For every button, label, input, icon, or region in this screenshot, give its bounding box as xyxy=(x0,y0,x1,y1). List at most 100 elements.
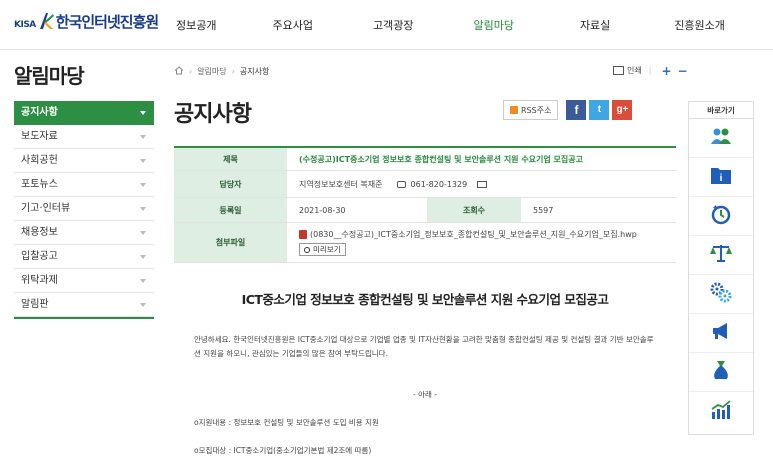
post-date: 2021-08-30 xyxy=(299,205,346,215)
section-title: 알림마당 xyxy=(14,64,85,88)
logo-prefix: KISA xyxy=(14,20,36,30)
attachment-filename: (0830__수정공고)_ICT중소기업_정보보호_종합컨설팅_및_보안솔루션_… xyxy=(310,230,637,239)
people-icon xyxy=(709,126,733,150)
nav-item-customer[interactable]: 고객광장 xyxy=(373,17,413,33)
bar-chart-icon xyxy=(710,399,732,424)
home-icon[interactable] xyxy=(174,66,184,77)
row-label: 조회수 xyxy=(427,198,521,222)
quick-links-title: 바로가기 xyxy=(689,102,753,119)
logo-mark-icon xyxy=(38,11,54,31)
post-file-row: 첨부파일 (0830__수정공고)_ICT중소기업_정보보호_종합컨설팅_및_보… xyxy=(174,223,676,263)
post-title-row: 제목 (수정공고)ICT중소기업 정보보호 종합컨설팅 및 보안솔루션 지원 수… xyxy=(174,148,676,171)
site-logo[interactable]: KISA 한국인터넷진흥원 xyxy=(14,8,159,34)
chevron-down-icon xyxy=(140,111,146,115)
quick-link-announce[interactable] xyxy=(689,314,753,353)
post-title: (수정공고)ICT중소기업 정보보호 종합컨설팅 및 보안솔루션 지원 수요기업… xyxy=(299,154,583,164)
printer-icon[interactable] xyxy=(613,66,624,75)
nav-item-info[interactable]: 정보공개 xyxy=(176,17,216,33)
quick-link-law[interactable] xyxy=(689,236,753,275)
row-label: 첨부파일 xyxy=(174,223,287,262)
quick-link-history[interactable] xyxy=(689,197,753,236)
post-views: 5597 xyxy=(533,205,554,215)
nav-item-notice[interactable]: 알림마당 xyxy=(473,17,513,33)
contact-cell: 지역정보보호센터 복재준 061-820-1329 xyxy=(287,171,676,197)
google-plus-share-button[interactable]: g+ xyxy=(612,100,633,120)
main-nav: 정보공개 주요사업 고객광장 알림마당 자료실 진흥원소개 xyxy=(176,17,725,33)
attachment-link[interactable]: (0830__수정공고)_ICT중소기업_정보보호_종합컨설팅_및_보안솔루션_… xyxy=(299,229,637,240)
content-item: o지원내용 : 정보보호 컨설팅 및 보안솔루션 도입 비용 지원 xyxy=(194,418,379,427)
sidebar-item-label: 보도자료 xyxy=(21,131,58,142)
content-divider: - 아래 - xyxy=(413,390,437,399)
nav-item-library[interactable]: 자료실 xyxy=(580,17,610,33)
nav-item-about[interactable]: 진흥원소개 xyxy=(674,17,725,33)
sidebar-item-label: 공지사항 xyxy=(21,107,58,118)
breadcrumb-separator: › xyxy=(189,67,193,76)
folder-info-icon: i xyxy=(710,165,732,189)
megaphone-icon xyxy=(710,321,732,345)
nav-item-business[interactable]: 주요사업 xyxy=(272,17,312,33)
sidebar-item-contract[interactable]: 위탁과제 xyxy=(14,269,154,293)
sidebar-item-label: 알림판 xyxy=(21,299,49,310)
sidebar-item-recruit[interactable]: 채용정보 xyxy=(14,221,154,245)
contact-phone: 061-820-1329 xyxy=(410,179,468,189)
sidebar-item-board[interactable]: 알림판 xyxy=(14,293,154,317)
sidebar-item-label: 기고·인터뷰 xyxy=(21,203,71,214)
quick-link-fund[interactable] xyxy=(689,353,753,392)
share-bar: RSS주소 f t g+ xyxy=(503,100,635,120)
preview-button[interactable]: 미리보기 xyxy=(299,243,346,256)
sidebar-item-press[interactable]: 보도자료 xyxy=(14,125,154,149)
post-meta-row: 등록일 2021-08-30 조회수 5597 xyxy=(174,198,676,223)
svg-text:i: i xyxy=(720,173,723,184)
content-line: 션 지원을 하오니, 관심있는 기업들의 많은 참여 부탁드립니다. xyxy=(194,349,388,358)
breadcrumb: › 알림마당 › 공지사항 xyxy=(174,66,269,77)
zoom-in-button[interactable]: + xyxy=(661,65,671,77)
sidebar-item-bid[interactable]: 입찰공고 xyxy=(14,245,154,269)
post-contact-row: 담당자 지역정보보호센터 복재준 061-820-1329 xyxy=(174,171,676,198)
chevron-down-icon xyxy=(140,303,146,307)
breadcrumb-separator: › xyxy=(231,67,235,76)
quick-link-info[interactable]: i xyxy=(689,158,753,197)
logo-name: 한국인터넷진흥원 xyxy=(55,12,159,31)
post-info-table: 제목 (수정공고)ICT중소기업 정보보호 종합컨설팅 및 보안솔루션 지원 수… xyxy=(174,146,676,263)
page-utility: 인쇄 | + − xyxy=(613,65,691,77)
facebook-share-button[interactable]: f xyxy=(566,100,587,120)
sidebar-item-label: 포토뉴스 xyxy=(21,179,58,190)
page-title: 공지사항 xyxy=(174,102,252,127)
content-paragraph: 안녕하세요. 한국인터넷진흥원은 ICT중소기업 대상으로 기업별 업종 및 I… xyxy=(194,333,664,361)
sidebar-item-label: 사회공헌 xyxy=(21,155,58,166)
sidebar-item-notice[interactable]: 공지사항 xyxy=(14,101,154,125)
quick-link-stats[interactable] xyxy=(689,392,753,431)
sidebar-item-interview[interactable]: 기고·인터뷰 xyxy=(14,197,154,221)
chevron-down-icon xyxy=(140,183,146,187)
gears-icon xyxy=(709,281,733,307)
rss-button[interactable]: RSS주소 xyxy=(503,100,559,120)
sidebar-item-photo[interactable]: 포토뉴스 xyxy=(14,173,154,197)
chevron-down-icon xyxy=(140,255,146,259)
file-cell: (0830__수정공고)_ICT중소기업_정보보호_종합컨설팅_및_보안솔루션_… xyxy=(287,223,676,262)
sidebar-item-social[interactable]: 사회공헌 xyxy=(14,149,154,173)
sidebar-item-label: 위탁과제 xyxy=(21,275,58,286)
quick-link-settings[interactable] xyxy=(689,275,753,314)
search-icon xyxy=(304,246,310,253)
content-line: 안녕하세요. 한국인터넷진흥원은 ICT중소기업 대상으로 기업별 업종 및 I… xyxy=(194,335,654,344)
breadcrumb-item-current: 공지사항 xyxy=(239,67,270,76)
chevron-down-icon xyxy=(140,159,146,163)
print-button[interactable]: 인쇄 xyxy=(627,65,642,76)
zoom-out-button[interactable]: − xyxy=(678,65,688,77)
chevron-down-icon xyxy=(140,207,146,211)
contact-name: 지역정보보호센터 복재준 xyxy=(299,179,383,189)
rss-label: RSS주소 xyxy=(521,105,552,115)
hwp-file-icon xyxy=(299,230,307,239)
row-label: 등록일 xyxy=(174,198,287,222)
utility-divider: | xyxy=(648,66,652,75)
quick-links: 바로가기 i xyxy=(688,101,754,435)
quick-link-people[interactable] xyxy=(689,119,753,158)
mail-icon[interactable] xyxy=(477,180,488,188)
phone-icon xyxy=(396,180,406,188)
preview-label: 미리보기 xyxy=(313,245,341,254)
twitter-share-button[interactable]: t xyxy=(589,100,610,120)
row-label: 제목 xyxy=(174,148,287,170)
content-item: o모집대상 : ICT중소기업(중소기업기본법 제2조에 따름) xyxy=(194,446,372,455)
chevron-down-icon xyxy=(140,135,146,139)
breadcrumb-item[interactable]: 알림마당 xyxy=(197,66,226,77)
